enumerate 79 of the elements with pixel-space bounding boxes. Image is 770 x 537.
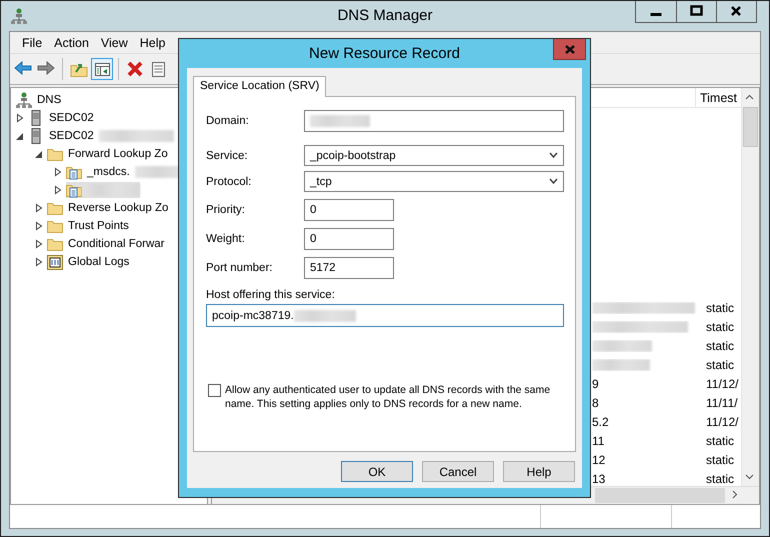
tree-item[interactable]: Global Logs bbox=[66, 256, 132, 268]
zone-file-icon bbox=[66, 182, 82, 198]
toolbar-button[interactable] bbox=[91, 58, 113, 80]
field-label: Priority: bbox=[206, 204, 246, 216]
table-cell: static bbox=[705, 320, 734, 334]
table-cell: 9 bbox=[592, 376, 599, 390]
tree-item[interactable]: Reverse Lookup Zo bbox=[66, 202, 170, 214]
tree-item[interactable]: _msdcs. bbox=[85, 166, 132, 178]
table-cell: 12 bbox=[592, 452, 606, 466]
properties-icon bbox=[149, 60, 167, 78]
input-field[interactable]: 5172 bbox=[304, 257, 394, 279]
menu-item[interactable]: View bbox=[94, 36, 134, 50]
input-field[interactable]: pcoip-mc38719. bbox=[206, 304, 564, 327]
table-cell: 5.2 bbox=[592, 414, 609, 428]
window-title: DNS Manager bbox=[336, 7, 434, 24]
console-tree-icon bbox=[93, 60, 111, 78]
tab[interactable]: Service Location (SRV) bbox=[193, 76, 326, 97]
tree-item[interactable]: DNS bbox=[35, 94, 64, 106]
expand-arrow-icon[interactable] bbox=[34, 221, 44, 231]
table-cell: static bbox=[705, 338, 734, 352]
close-icon bbox=[564, 44, 574, 54]
input-field[interactable]: 0 bbox=[304, 228, 394, 250]
forward-arrow-icon bbox=[37, 60, 55, 78]
field-label: Domain: bbox=[206, 115, 250, 127]
table-cell: static bbox=[705, 300, 734, 314]
checkbox-label: Allow any authenticated user to update all DNS records with the same name. This setting applies only to DNS records for a new name. bbox=[225, 383, 552, 411]
table-cell: 13 bbox=[592, 472, 606, 486]
scrollbar-thumb[interactable] bbox=[743, 107, 758, 147]
expand-arrow-icon[interactable] bbox=[34, 239, 44, 249]
tree-item[interactable]: SEDC02 bbox=[47, 112, 96, 124]
table-cell: 8 bbox=[592, 396, 599, 410]
menu-item[interactable]: File bbox=[16, 36, 48, 50]
field-label: Protocol: bbox=[206, 176, 252, 188]
back-arrow-icon bbox=[14, 60, 32, 78]
scrollbar-thumb[interactable] bbox=[595, 488, 725, 503]
menu-item[interactable]: Help bbox=[134, 36, 172, 50]
collapse-arrow-icon[interactable] bbox=[34, 149, 44, 159]
dropdown[interactable]: _tcp bbox=[304, 171, 564, 192]
input-field[interactable] bbox=[304, 110, 564, 132]
table-cell: static bbox=[705, 472, 734, 486]
field-label: Port number: bbox=[206, 262, 274, 274]
app-icon bbox=[11, 8, 27, 26]
dropdown[interactable]: _pcoip-bootstrap bbox=[304, 145, 564, 166]
tree-item[interactable]: Trust Points bbox=[66, 220, 131, 232]
table-cell: 11/12/ bbox=[705, 414, 738, 428]
input-field[interactable]: 0 bbox=[304, 199, 394, 221]
zone-file-icon bbox=[66, 164, 82, 180]
dialog-button[interactable]: OK bbox=[341, 461, 413, 482]
expand-arrow-icon[interactable] bbox=[53, 185, 63, 195]
field-label: Host offering this service: bbox=[206, 289, 336, 301]
table-cell: static bbox=[705, 434, 734, 448]
table-cell: static bbox=[705, 452, 734, 466]
column-header[interactable]: Timest bbox=[696, 88, 741, 107]
tree-item[interactable]: Conditional Forwar bbox=[66, 238, 167, 250]
dialog-button[interactable]: Cancel bbox=[422, 461, 494, 482]
table-cell: 11/12/ bbox=[705, 376, 738, 390]
log-icon bbox=[47, 254, 63, 270]
delete-icon bbox=[126, 60, 144, 78]
folder-icon bbox=[47, 218, 63, 234]
tree-item[interactable]: SEDC02 bbox=[47, 130, 96, 142]
table-cell: 11 bbox=[592, 434, 604, 448]
menu-item[interactable]: Action bbox=[48, 36, 95, 50]
folder-icon bbox=[47, 146, 63, 162]
dns-server-icon bbox=[16, 92, 32, 108]
checkbox[interactable] bbox=[208, 384, 221, 397]
folder-icon bbox=[47, 200, 63, 216]
collapse-arrow-icon[interactable] bbox=[15, 131, 25, 141]
folder-icon bbox=[47, 236, 63, 252]
table-cell: static bbox=[705, 358, 734, 372]
expand-arrow-icon[interactable] bbox=[15, 113, 25, 123]
expand-arrow-icon[interactable] bbox=[53, 167, 63, 177]
tree-item[interactable]: Forward Lookup Zo bbox=[66, 148, 170, 160]
expand-arrow-icon[interactable] bbox=[34, 203, 44, 213]
dialog-button[interactable]: Help bbox=[503, 461, 575, 482]
table-cell: 11/11/ bbox=[705, 396, 738, 410]
dialog-title: New Resource Record bbox=[308, 45, 461, 62]
field-label: Weight: bbox=[206, 233, 246, 245]
field-label: Service: bbox=[206, 150, 249, 162]
expand-arrow-icon[interactable] bbox=[34, 257, 44, 267]
